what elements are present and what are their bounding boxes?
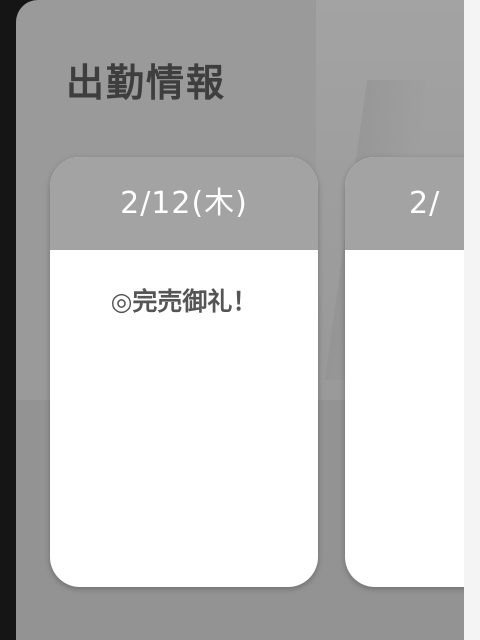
app-frame: 出勤情報 2/12(木) ◎完売御礼！ 2/ [0, 0, 480, 640]
screen-edge [464, 0, 480, 640]
schedule-card[interactable]: 2/12(木) ◎完売御礼！ [50, 157, 318, 587]
schedule-card-date: 2/ [345, 157, 480, 250]
schedule-card-next[interactable]: 2/ [345, 157, 480, 587]
schedule-card-status [345, 250, 480, 282]
section-title: 出勤情報 [66, 61, 227, 105]
schedule-card-status: ◎完売御礼！ [110, 287, 258, 316]
schedule-card-date: 2/12(木) [50, 157, 318, 250]
